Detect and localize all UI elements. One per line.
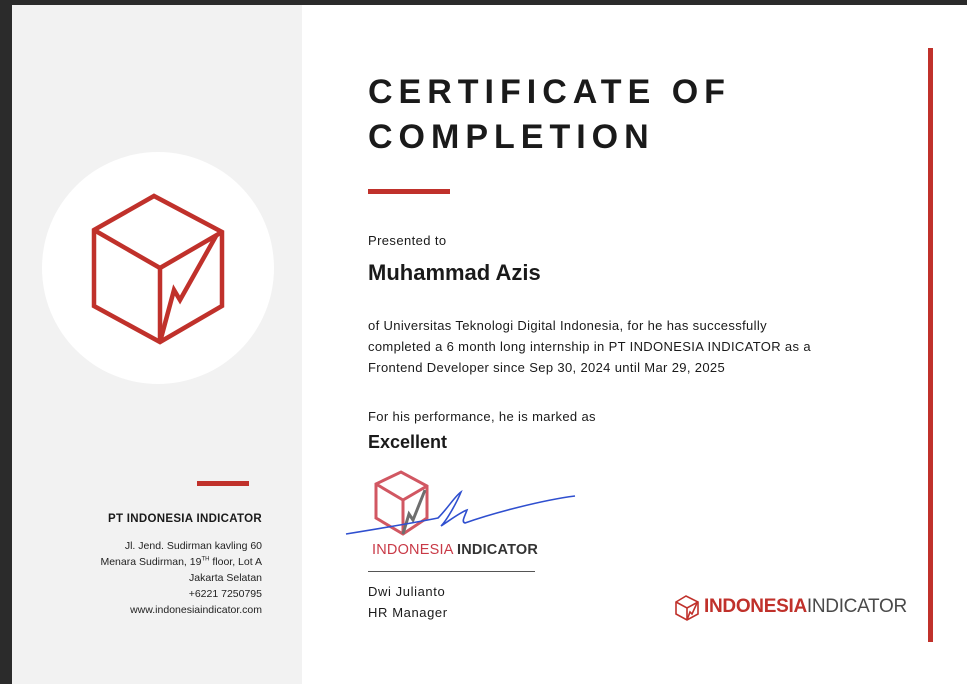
footer-logo-text: INDONESIAINDICATOR [704, 596, 907, 617]
sidebar: PT INDONESIA INDICATOR Jl. Jend. Sudirma… [12, 5, 302, 684]
company-phone: +6221 7250795 [188, 588, 262, 600]
signer-role: HR Manager [368, 605, 448, 620]
description-line-3: Frontend Developer since Sep 30, 2024 un… [368, 360, 726, 375]
description-line-1: of Universitas Teknologi Digital Indones… [368, 318, 767, 333]
title-line-2: COMPLETION [368, 118, 655, 156]
title-line-1: CERTIFICATE OF [368, 73, 731, 111]
performance-label: For his performance, he is marked as [368, 409, 596, 424]
performance-grade: Excellent [368, 432, 448, 452]
certificate-body: CERTIFICATE OF COMPLETION Presented to M… [345, 0, 908, 684]
address-city: Jakarta Selatan [189, 572, 262, 584]
presented-to-label: Presented to [368, 233, 447, 248]
logo-badge [42, 152, 274, 384]
address-street: Jl. Jend. Sudirman kavling 60 [124, 540, 262, 552]
certificate-title: CERTIFICATE OF COMPLETION [368, 70, 731, 160]
signature-stamp-label: INDONESIA INDICATOR [372, 542, 539, 558]
company-website: www.indonesiaindicator.com [130, 604, 262, 616]
sidebar-accent-rule [197, 481, 249, 486]
handwritten-signature [345, 489, 576, 535]
description-line-2: completed a 6 month long internship in P… [368, 339, 811, 354]
right-accent-bar [928, 48, 933, 642]
left-frame-border [0, 0, 12, 684]
signer-name: Dwi Julianto [368, 584, 446, 599]
footer-cube-icon [675, 595, 699, 621]
cube-chart-logo-icon [91, 193, 225, 345]
signature-line [368, 571, 535, 572]
title-accent-rule [368, 189, 450, 194]
company-address: Jl. Jend. Sudirman kavling 60 Menara Sud… [100, 538, 262, 618]
certificate-description: of Universitas Teknologi Digital Indones… [368, 315, 898, 378]
recipient-name: Muhammad Azis [368, 260, 541, 285]
address-building: Menara Sudirman, 19TH floor, Lot A [100, 556, 262, 568]
company-name: PT INDONESIA INDICATOR [108, 513, 262, 525]
